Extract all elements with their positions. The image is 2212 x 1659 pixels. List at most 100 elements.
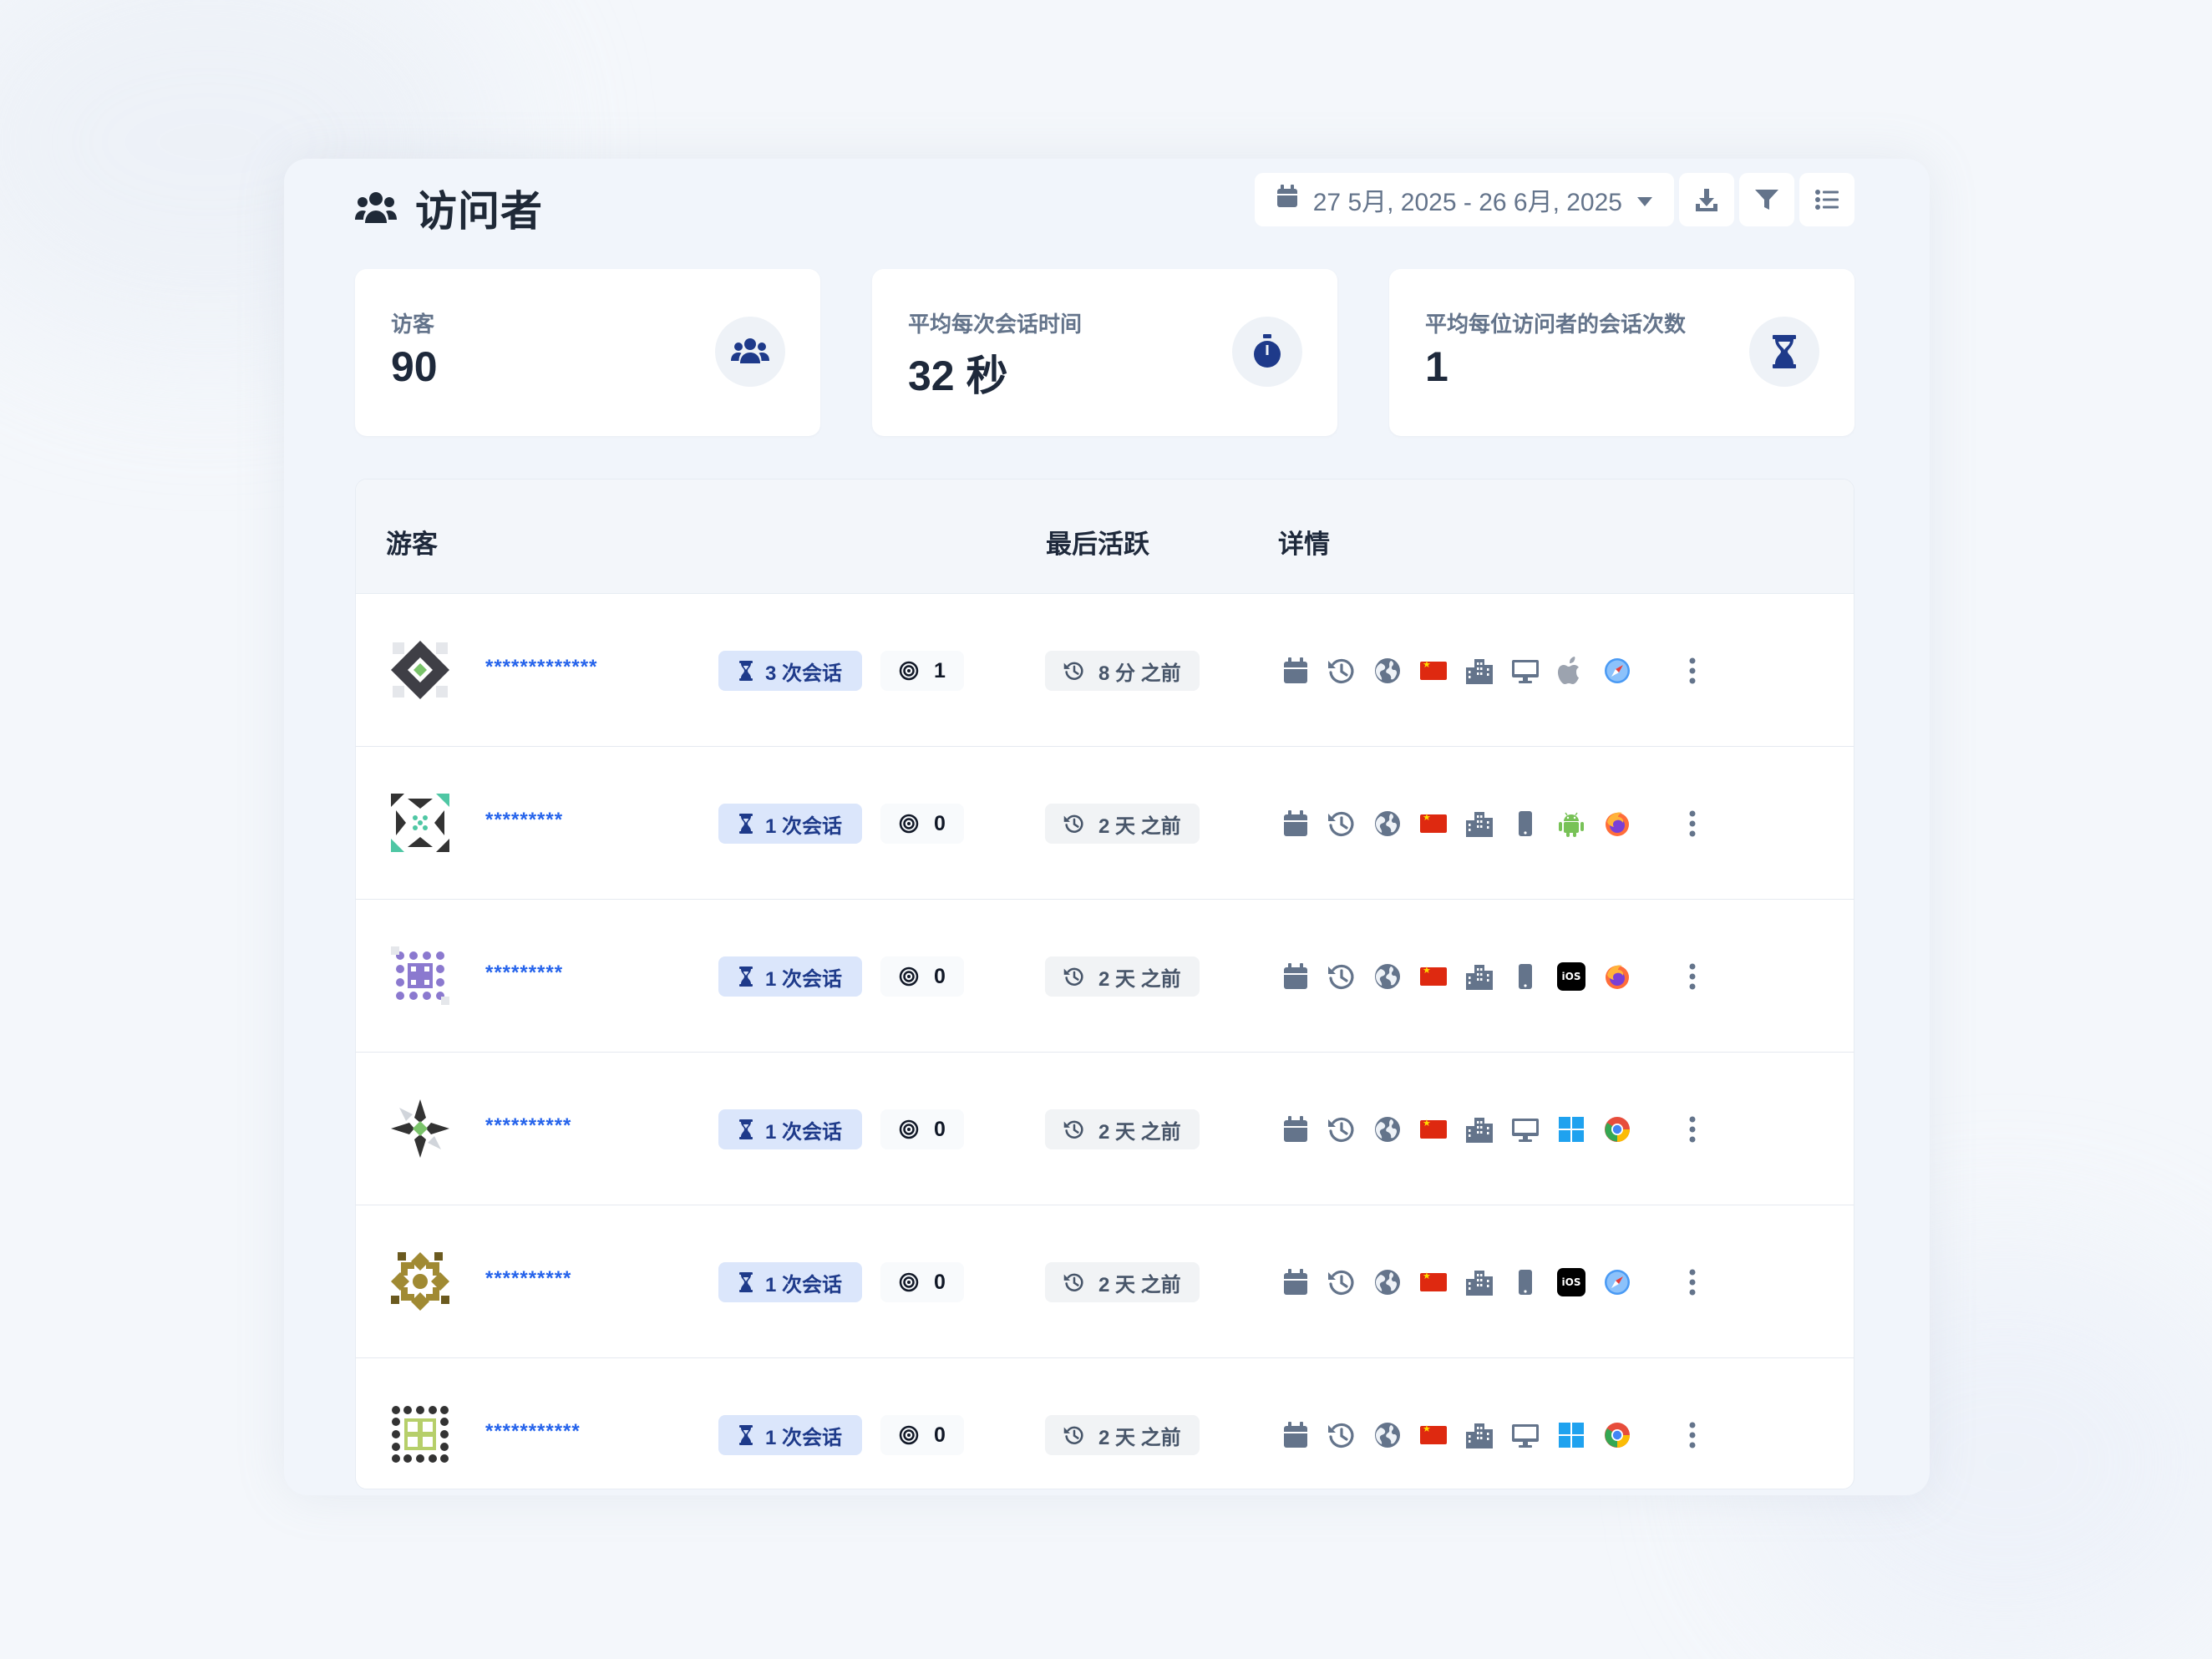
last-active-badge: 2 天 之前 (1045, 956, 1200, 997)
row-menu-button[interactable] (1676, 960, 1709, 993)
history-icon[interactable] (1325, 1266, 1358, 1299)
calendar-icon[interactable] (1279, 1113, 1312, 1146)
sessions-badge[interactable]: 1 次会话 (718, 1415, 863, 1455)
avatar (389, 1403, 451, 1465)
download-button[interactable] (1679, 173, 1734, 226)
city-icon[interactable] (1463, 1266, 1496, 1299)
visitor-name-link[interactable]: ********* (485, 961, 563, 985)
details-icons (1279, 654, 1646, 687)
apple-icon (1555, 654, 1588, 687)
mobile-icon[interactable] (1509, 807, 1542, 840)
desktop-icon[interactable] (1509, 1113, 1542, 1146)
china-flag-icon[interactable] (1417, 1266, 1450, 1299)
kebab-icon (1689, 1116, 1696, 1143)
city-icon[interactable] (1463, 807, 1496, 840)
chrome-icon[interactable] (1601, 1113, 1634, 1146)
last-active-text: 2 天 之前 (1098, 1273, 1181, 1296)
title-wrap: 访问者 (355, 178, 543, 238)
download-icon (1696, 189, 1717, 211)
visitor-name-link[interactable]: *********** (485, 1420, 581, 1443)
calendar-icon[interactable] (1279, 807, 1312, 840)
columns-button[interactable] (1799, 173, 1854, 226)
china-flag-icon[interactable] (1417, 807, 1450, 840)
globe-icon[interactable] (1371, 960, 1404, 993)
row-menu-button[interactable] (1676, 1266, 1709, 1299)
globe-icon[interactable] (1371, 807, 1404, 840)
date-range-label: 27 5月, 2025 - 26 6月, 2025 (1312, 189, 1622, 216)
city-icon[interactable] (1463, 1418, 1496, 1452)
ios-icon: iOS (1555, 960, 1588, 993)
details-icons (1279, 807, 1646, 840)
table-row[interactable]: ********* 1 次会话 0 2 天 之前 (356, 747, 1854, 900)
stat-card-avg-session: 平均每次会话时间 32 秒 (872, 269, 1337, 436)
mobile-icon[interactable] (1509, 1266, 1542, 1299)
list-icon (1815, 190, 1839, 210)
target-icon (899, 1272, 919, 1292)
table-header: 游客 最后活跃 详情 (356, 479, 1854, 594)
city-icon[interactable] (1463, 960, 1496, 993)
history-icon[interactable] (1325, 1113, 1358, 1146)
sessions-badge[interactable]: 1 次会话 (718, 1262, 863, 1302)
history-icon[interactable] (1325, 654, 1358, 687)
last-active-text: 2 天 之前 (1098, 1120, 1181, 1144)
target-icon (899, 966, 919, 987)
history-icon[interactable] (1325, 960, 1358, 993)
calendar-icon[interactable] (1279, 1418, 1312, 1452)
safari-icon[interactable] (1601, 1266, 1634, 1299)
goals-count: 0 (934, 1270, 946, 1294)
china-flag-icon[interactable] (1417, 1418, 1450, 1452)
row-menu-button[interactable] (1676, 807, 1709, 840)
sessions-badge[interactable]: 1 次会话 (718, 804, 863, 844)
visitor-name-link[interactable]: ************* (485, 656, 597, 679)
table-row[interactable]: ********** 1 次会话 0 2 天 之前 (356, 1053, 1854, 1205)
kebab-icon (1689, 810, 1696, 837)
last-active-badge: 2 天 之前 (1045, 1415, 1200, 1455)
kebab-icon (1689, 1422, 1696, 1448)
china-flag-icon[interactable] (1417, 960, 1450, 993)
desktop-icon[interactable] (1509, 654, 1542, 687)
desktop-icon[interactable] (1509, 1418, 1542, 1452)
city-icon[interactable] (1463, 1113, 1496, 1146)
sessions-badge[interactable]: 1 次会话 (718, 956, 863, 997)
hourglass-icon (739, 814, 753, 834)
column-header-last-active[interactable]: 最后活跃 (1046, 523, 1149, 561)
firefox-icon[interactable] (1601, 807, 1634, 840)
table-row[interactable]: *********** 1 次会话 0 2 天 之前 (356, 1358, 1854, 1489)
table-row[interactable]: ************* 3 次会话 1 8 分 之前 (356, 594, 1854, 747)
table-row[interactable]: ********* 1 次会话 0 2 天 之前 iOS (356, 900, 1854, 1053)
history-icon[interactable] (1325, 807, 1358, 840)
visitor-name-link[interactable]: ********* (485, 809, 563, 832)
page-header: 访问者 27 5月, 2025 - 26 6月, 2025 (355, 171, 1854, 235)
calendar-icon (1276, 185, 1298, 215)
column-header-visitor[interactable]: 游客 (386, 523, 438, 561)
safari-icon[interactable] (1601, 654, 1634, 687)
windows-icon (1555, 1113, 1588, 1146)
table-row[interactable]: ********** 1 次会话 0 2 天 之前 iOS (356, 1205, 1854, 1358)
date-range-picker[interactable]: 27 5月, 2025 - 26 6月, 2025 (1254, 173, 1674, 226)
row-menu-button[interactable] (1676, 1418, 1709, 1452)
mobile-icon[interactable] (1509, 960, 1542, 993)
filter-button[interactable] (1739, 173, 1794, 226)
city-icon[interactable] (1463, 654, 1496, 687)
globe-icon[interactable] (1371, 1113, 1404, 1146)
globe-icon[interactable] (1371, 1266, 1404, 1299)
globe-icon[interactable] (1371, 654, 1404, 687)
details-icons (1279, 1418, 1646, 1452)
visitor-name-link[interactable]: ********** (485, 1267, 571, 1291)
filter-icon (1755, 190, 1778, 210)
china-flag-icon[interactable] (1417, 1113, 1450, 1146)
sessions-count: 1 次会话 (765, 814, 843, 838)
calendar-icon[interactable] (1279, 654, 1312, 687)
row-menu-button[interactable] (1676, 1113, 1709, 1146)
globe-icon[interactable] (1371, 1418, 1404, 1452)
firefox-icon[interactable] (1601, 960, 1634, 993)
visitor-name-link[interactable]: ********** (485, 1114, 571, 1138)
history-icon[interactable] (1325, 1418, 1358, 1452)
calendar-icon[interactable] (1279, 960, 1312, 993)
calendar-icon[interactable] (1279, 1266, 1312, 1299)
sessions-badge[interactable]: 3 次会话 (718, 651, 863, 691)
chrome-icon[interactable] (1601, 1418, 1634, 1452)
row-menu-button[interactable] (1676, 654, 1709, 687)
sessions-badge[interactable]: 1 次会话 (718, 1109, 863, 1149)
china-flag-icon[interactable] (1417, 654, 1450, 687)
